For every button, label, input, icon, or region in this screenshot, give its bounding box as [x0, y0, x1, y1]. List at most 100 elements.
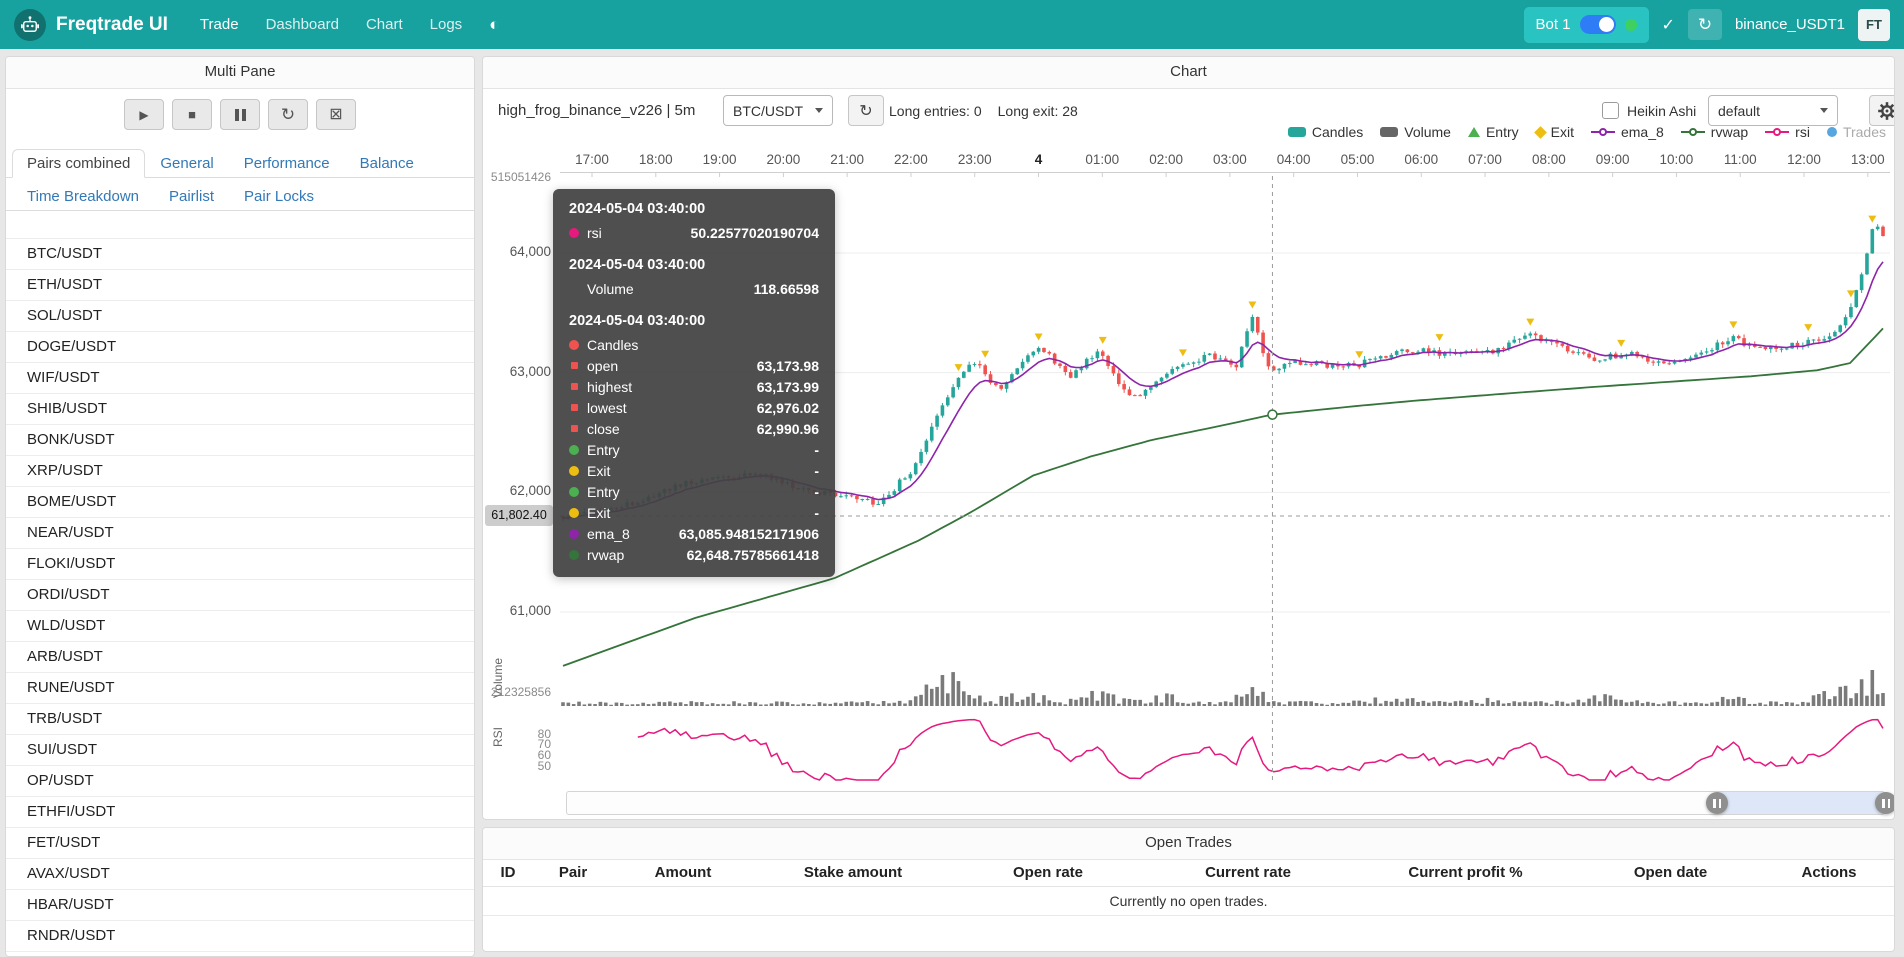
x-tick-label: 04:00 — [1264, 152, 1324, 167]
bot-control-play-button[interactable]: ▶ — [124, 99, 164, 130]
legend-label: ema_8 — [1621, 124, 1664, 140]
pair-list-item[interactable]: FLOKI/USDT — [6, 549, 474, 580]
tooltip-value: 63,173.99 — [757, 379, 819, 395]
tab-general[interactable]: General — [145, 149, 228, 178]
rvwap-legend-icon — [1681, 127, 1705, 137]
chart-legend: Candles Volume Entry Exit ema_8 rvwap rsi Trade… — [1288, 121, 1886, 143]
bot-control-pause-button[interactable] — [220, 99, 260, 130]
column-header-amount[interactable]: Amount — [613, 864, 753, 881]
tab-time-breakdown[interactable]: Time Breakdown — [12, 182, 154, 211]
tab-pairs-combined[interactable]: Pairs combined — [12, 149, 145, 178]
pair-list-item[interactable]: RUNE/USDT — [6, 673, 474, 704]
x-tick-label: 18:00 — [626, 152, 686, 167]
x-tick-label: 10:00 — [1646, 152, 1706, 167]
column-header-current-rate[interactable]: Current rate — [1143, 864, 1353, 881]
tooltip-row: Entry- — [569, 481, 819, 502]
tooltip-label: rsi — [587, 225, 602, 241]
pair-list-item[interactable]: FET/USDT — [6, 828, 474, 859]
pair-list-item[interactable]: XRP/USDT — [6, 456, 474, 487]
bot-toggle[interactable] — [1580, 15, 1616, 34]
avatar[interactable]: FT — [1858, 9, 1890, 41]
tab-pair-locks[interactable]: Pair Locks — [229, 182, 329, 211]
bot-control-reload-button[interactable]: ↻ — [268, 99, 308, 130]
pair-list-item[interactable]: SUI/USDT — [6, 735, 474, 766]
pair-select[interactable]: BTC/USDT — [723, 95, 833, 126]
pair-list-item[interactable]: AVAX/USDT — [6, 859, 474, 890]
legend-volume[interactable]: Volume — [1380, 124, 1451, 140]
x-tick-label: 12:00 — [1774, 152, 1834, 167]
tooltip-marker — [569, 340, 579, 350]
pair-list-item[interactable]: SOL/USDT — [6, 301, 474, 332]
pair-list-item[interactable]: WIF/USDT — [6, 363, 474, 394]
legend-rvwap[interactable]: rvwap — [1681, 124, 1748, 140]
column-header-current-profit-[interactable]: Current profit % — [1353, 864, 1578, 881]
pair-list-item[interactable]: SHIB/USDT — [6, 394, 474, 425]
x-tick-label: 06:00 — [1391, 152, 1451, 167]
nav-link-trade[interactable]: Trade — [200, 16, 239, 33]
plot-config-value: default — [1718, 103, 1760, 119]
entry-legend-icon — [1468, 127, 1480, 137]
legend-label: Candles — [1312, 124, 1363, 140]
tooltip-section: 2024-05-04 03:40:00Candlesopen63,173.98h… — [569, 313, 819, 565]
pair-list-item[interactable]: BTC/USDT — [6, 239, 474, 270]
ema-8-legend-icon — [1591, 127, 1615, 137]
nav-link-logs[interactable]: Logs — [430, 16, 463, 33]
pair-list-item[interactable]: AR/USDT — [6, 952, 474, 956]
pair-list-item[interactable]: ARB/USDT — [6, 642, 474, 673]
legend-exit[interactable]: Exit — [1536, 124, 1574, 140]
column-header-pair[interactable]: Pair — [533, 864, 613, 881]
legend-trades[interactable]: Trades — [1827, 124, 1886, 140]
tab-balance[interactable]: Balance — [345, 149, 429, 178]
theme-toggle-icon[interactable]: ◐ — [489, 16, 499, 33]
legend-rsi[interactable]: rsi — [1765, 124, 1810, 140]
tooltip-section: 2024-05-04 03:40:00Volume118.66598 — [569, 257, 819, 299]
tooltip-row: Exit- — [569, 502, 819, 523]
tooltip-value: 63,173.98 — [757, 358, 819, 374]
pair-list-item[interactable]: ORDI/USDT — [6, 580, 474, 611]
multi-pane-panel: Multi Pane ▶■↻⊠ Pairs combinedGeneralPer… — [5, 56, 475, 957]
pair-list-item[interactable]: OP/USDT — [6, 766, 474, 797]
pair-list-item[interactable]: BOME/USDT — [6, 487, 474, 518]
bot-selector[interactable]: Bot 1 — [1524, 7, 1649, 43]
datazoom-slider[interactable] — [566, 791, 1885, 815]
datazoom-left-handle[interactable] — [1706, 792, 1728, 814]
pair-list-item[interactable]: RNDR/USDT — [6, 921, 474, 952]
pair-list-item[interactable]: HBAR/USDT — [6, 890, 474, 921]
nav-link-chart[interactable]: Chart — [366, 16, 403, 33]
bot-control-forceexit-button[interactable]: ⊠ — [316, 99, 356, 130]
tooltip-label: Exit — [587, 505, 610, 521]
pair-list-item[interactable]: DOGE/USDT — [6, 332, 474, 363]
tooltip-label: Entry — [587, 442, 620, 458]
datazoom-selection[interactable] — [1717, 792, 1886, 814]
column-header-stake-amount[interactable]: Stake amount — [753, 864, 953, 881]
chart-tooltip: 2024-05-04 03:40:00rsi50.225770201907042… — [553, 189, 835, 577]
datazoom-right-handle[interactable] — [1875, 792, 1895, 814]
nav-link-dashboard[interactable]: Dashboard — [266, 16, 339, 33]
column-header-actions[interactable]: Actions — [1763, 864, 1895, 881]
tooltip-label: close — [587, 421, 620, 437]
tab-performance[interactable]: Performance — [229, 149, 345, 178]
play-icon: ▶ — [139, 109, 148, 121]
tooltip-marker — [569, 550, 579, 560]
pair-select-value: BTC/USDT — [733, 103, 803, 119]
pair-list-item[interactable]: NEAR/USDT — [6, 518, 474, 549]
heikin-ashi-checkbox[interactable] — [1602, 102, 1619, 119]
pair-list-item[interactable]: WLD/USDT — [6, 611, 474, 642]
pair-list-item[interactable]: BONK/USDT — [6, 425, 474, 456]
pair-list-item[interactable]: ETHFI/USDT — [6, 797, 474, 828]
chart-panel: Chart high_frog_binance_v226 | 5m BTC/US… — [482, 56, 1895, 820]
legend-ema-8[interactable]: ema_8 — [1591, 124, 1664, 140]
tab-pairlist[interactable]: Pairlist — [154, 182, 229, 211]
reload-bot-button[interactable]: ↻ — [1688, 9, 1722, 40]
bot-control-stop-button[interactable]: ■ — [172, 99, 212, 130]
refresh-chart-button[interactable]: ↻ — [848, 95, 884, 126]
nav-links: Trade Dashboard Chart Logs — [200, 16, 489, 33]
legend-entry[interactable]: Entry — [1468, 124, 1519, 140]
legend-label: rsi — [1795, 124, 1810, 140]
pair-list-item[interactable]: TRB/USDT — [6, 704, 474, 735]
column-header-open-rate[interactable]: Open rate — [953, 864, 1143, 881]
pair-list-item[interactable]: ETH/USDT — [6, 270, 474, 301]
column-header-id[interactable]: ID — [483, 864, 533, 881]
column-header-open-date[interactable]: Open date — [1578, 864, 1763, 881]
legend-candles[interactable]: Candles — [1288, 124, 1363, 140]
